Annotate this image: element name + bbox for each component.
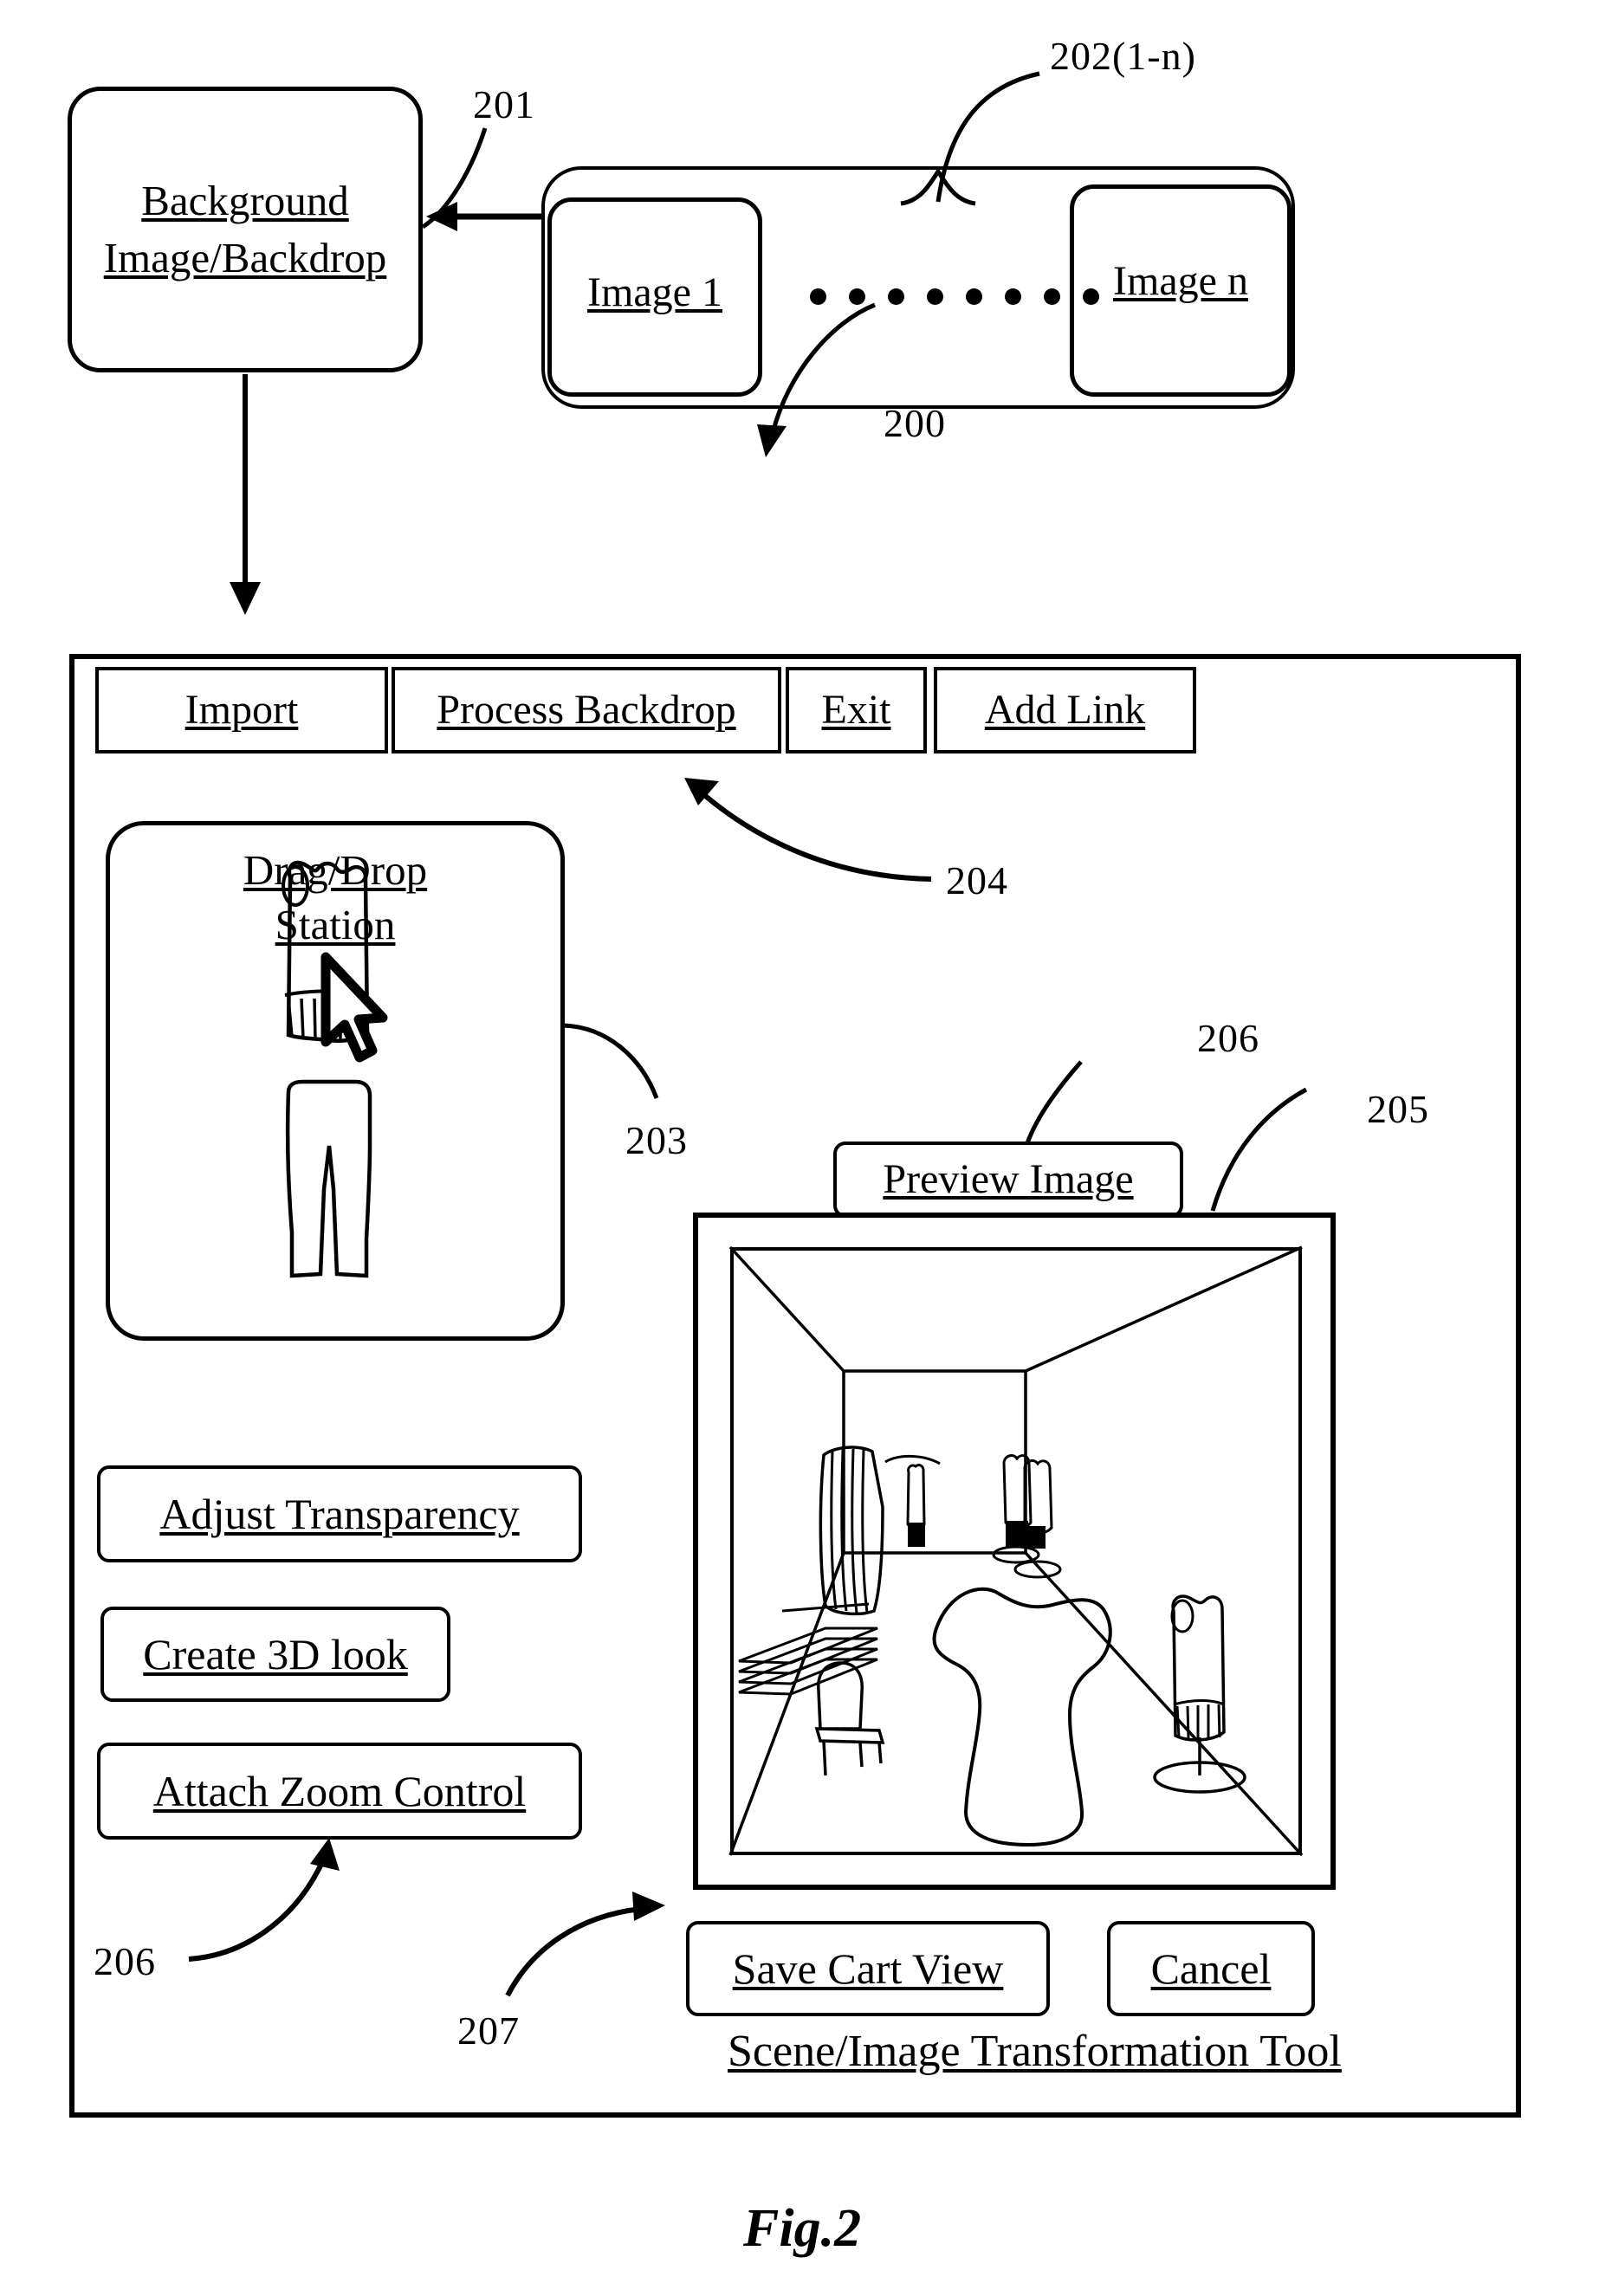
adjust-transparency-button-label: Adjust Transparency (159, 1490, 520, 1538)
preview-image-button[interactable]: Preview Image (833, 1142, 1183, 1218)
image-1-box: Image 1 (547, 197, 762, 397)
process-backdrop-button[interactable]: Process Backdrop (392, 667, 781, 753)
ref-200: 200 (884, 401, 946, 445)
ref-202: 202(1-n) (1050, 34, 1196, 78)
preview-frame-inner (730, 1247, 1302, 1855)
process-backdrop-button-label: Process Backdrop (437, 687, 736, 734)
add-link-button[interactable]: Add Link (934, 667, 1196, 753)
ref-206-preview: 206 (1197, 1016, 1259, 1060)
drag-drop-station-label-line2: Station (275, 901, 396, 948)
tool-window-title: Scene/Image Transformation Tool (728, 2027, 1342, 2076)
attach-zoom-control-button[interactable]: Attach Zoom Control (97, 1743, 582, 1840)
import-button-label: Import (185, 687, 299, 734)
drag-drop-station-label-line1: Drag/Drop (243, 846, 428, 894)
ref-203: 203 (625, 1118, 688, 1162)
backdrop-label-line2: Image/Backdrop (103, 234, 387, 281)
add-link-button-label: Add Link (984, 687, 1146, 734)
import-button[interactable]: Import (95, 667, 388, 753)
drag-drop-station[interactable]: Drag/Drop Station (106, 821, 565, 1341)
image-n-box: Image n (1070, 184, 1292, 397)
cancel-button[interactable]: Cancel (1107, 1921, 1315, 2016)
ref-207: 207 (457, 2008, 520, 2053)
save-cart-view-button-label: Save Cart View (732, 1944, 1004, 1993)
image-1-label: Image 1 (587, 269, 722, 315)
create-3d-look-button-label: Create 3D look (143, 1630, 408, 1678)
background-backdrop-box: Background Image/Backdrop (68, 87, 423, 372)
preview-image-button-label: Preview Image (883, 1156, 1134, 1203)
ref-201: 201 (473, 82, 535, 126)
ref-205: 205 (1367, 1087, 1429, 1131)
figure-caption: Fig.2 (743, 2199, 862, 2258)
adjust-transparency-button[interactable]: Adjust Transparency (97, 1465, 582, 1562)
attach-zoom-control-button-label: Attach Zoom Control (152, 1767, 527, 1815)
exit-button[interactable]: Exit (786, 667, 927, 753)
ref-204: 204 (946, 858, 1008, 902)
image-n-label: Image n (1113, 258, 1248, 304)
image-ellipsis-dots (810, 288, 1099, 305)
create-3d-look-button[interactable]: Create 3D look (100, 1607, 450, 1702)
save-cart-view-button[interactable]: Save Cart View (686, 1921, 1050, 2016)
exit-button-label: Exit (821, 687, 891, 734)
ref-206-zoom: 206 (94, 1939, 156, 1983)
cancel-button-label: Cancel (1150, 1944, 1272, 1993)
backdrop-label-line1: Background (141, 177, 349, 224)
